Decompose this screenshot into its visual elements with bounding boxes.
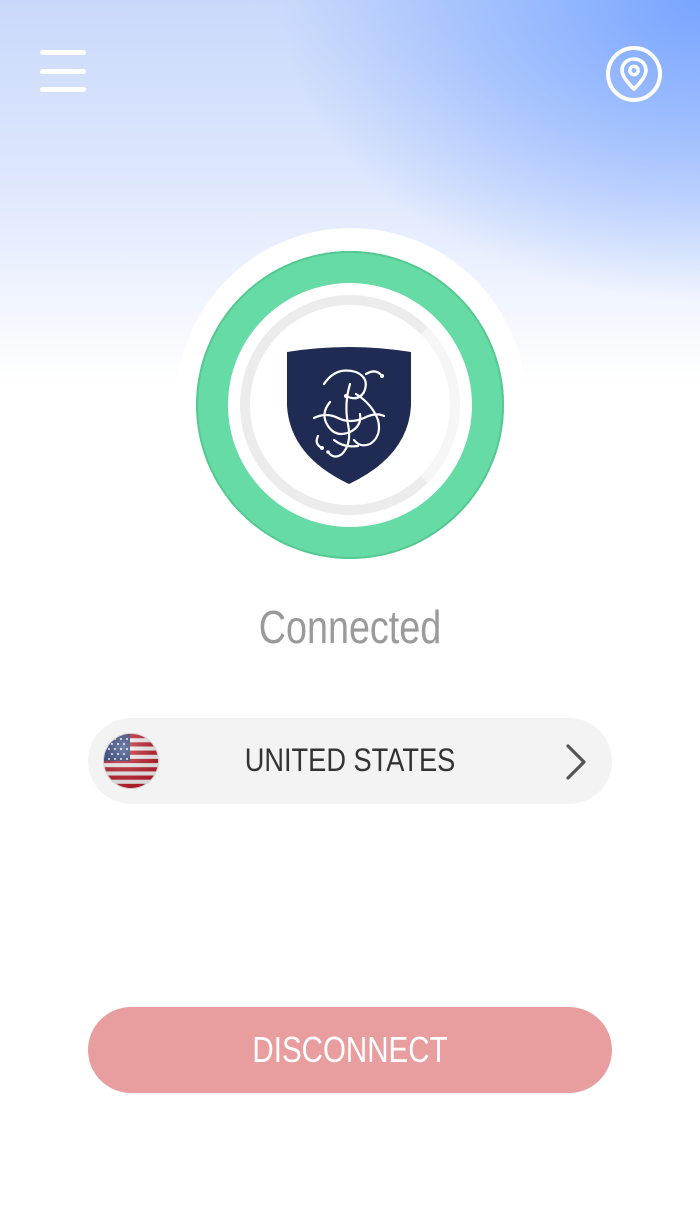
map-pin-icon [620,57,648,91]
hamburger-line [40,68,86,74]
chevron-right-icon [566,744,586,780]
menu-button[interactable] [40,50,90,92]
country-name: UNITED STATES [244,742,456,778]
location-button[interactable] [606,46,662,102]
disconnect-label: DISCONNECT [252,1029,448,1070]
connection-status: Connected [258,601,442,653]
hamburger-line [40,87,86,92]
disconnect-button[interactable]: DISCONNECT [88,1007,612,1093]
shield-logo-icon [287,347,411,484]
hamburger-menu-icon [40,50,86,55]
country-selector[interactable]: UNITED STATES [88,718,612,804]
